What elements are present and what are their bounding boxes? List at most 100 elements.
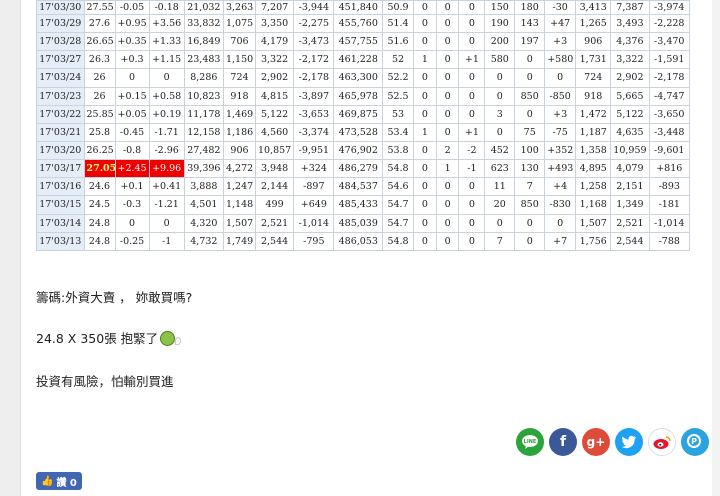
table-cell: 11	[484, 177, 516, 197]
table-cell: -3,944	[293, 0, 335, 15]
table-cell: 0	[435, 195, 460, 215]
table-cell: 0	[458, 104, 486, 124]
table-cell: 0	[514, 213, 546, 233]
table-cell: 5,665	[610, 86, 650, 106]
table-cell: 2,151	[610, 177, 650, 197]
table-cell: +816	[648, 159, 690, 179]
table-cell: 51.4	[382, 13, 415, 34]
table-cell: 485,433	[333, 195, 384, 215]
table-cell: +2.45	[114, 159, 150, 179]
table-cell: 0	[435, 231, 460, 251]
twitter-share-icon[interactable]	[615, 428, 643, 456]
table-cell: +649	[293, 195, 335, 215]
table-cell: 16,849	[183, 32, 224, 52]
table-cell: 499	[254, 195, 295, 215]
table-cell: 130	[514, 159, 546, 179]
table-cell: 11,178	[183, 104, 224, 124]
table-cell: 1,265	[575, 13, 612, 34]
table-cell: 486,279	[333, 159, 384, 179]
table-cell: 2,544	[610, 231, 650, 251]
institutional-trading-table: 17'03/30 27.55 -0.05 -0.18 21,032 3,263 7,207-…	[36, 0, 690, 251]
table-cell: 0	[458, 86, 486, 106]
table-cell: 1,469	[222, 104, 256, 124]
table-cell: -9,951	[293, 140, 335, 161]
table-cell: 17'03/16	[36, 177, 85, 197]
facebook-like-button[interactable]: 👍 讚 0	[36, 472, 82, 490]
table-cell: 0	[413, 231, 437, 251]
table-cell: 455,760	[333, 13, 384, 34]
table-cell: 26.65	[83, 32, 116, 52]
table-cell: 0	[413, 104, 437, 124]
table-cell: +4	[544, 177, 577, 197]
table-cell: 3,350	[254, 13, 295, 34]
table-cell: 53.8	[382, 140, 415, 161]
table-cell: +0.15	[114, 86, 150, 106]
plurk-share-glyph: P	[691, 437, 697, 446]
table-cell: 906	[575, 32, 612, 52]
table-cell: 7	[484, 231, 516, 251]
table-cell: 0	[435, 32, 460, 52]
table-cell: 476,902	[333, 140, 384, 161]
table-cell: 0	[458, 13, 486, 34]
table-cell: 850	[514, 195, 546, 215]
table-cell: 4,635	[610, 122, 650, 142]
table-cell: 3,322	[254, 50, 295, 70]
table-cell: 27.6	[83, 13, 116, 34]
table-cell: 484,537	[333, 177, 384, 197]
plurk-share-icon[interactable]: P	[681, 428, 709, 456]
table-cell: 10,959	[610, 140, 650, 161]
table-row: 17'03/20 26.25 -0.8 -2.96 27,482 906 10,857 -9,…	[36, 140, 690, 161]
table-cell: 7,207	[254, 0, 295, 15]
table-cell: 451,840	[333, 0, 384, 15]
table-cell: +1	[458, 50, 486, 70]
table-cell: 39,396	[183, 159, 224, 179]
table-cell: 4,501	[183, 195, 224, 215]
weibo-share-icon[interactable]: 微	[648, 428, 676, 456]
table-cell: 0	[544, 68, 577, 88]
post-text-line3: 投資有風險，怕輸別買進	[36, 374, 174, 389]
table-cell: -3,974	[648, 0, 690, 15]
table-cell: +580	[544, 50, 577, 70]
table-cell: 5,122	[610, 104, 650, 124]
googleplus-share-icon[interactable]: g+	[582, 428, 610, 456]
table-cell: -1,014	[293, 213, 335, 233]
table-cell: 0	[435, 13, 460, 34]
table-cell: 0	[458, 231, 486, 251]
table-cell: -2,275	[293, 13, 335, 34]
table-cell: 724	[575, 68, 612, 88]
table-cell: 0	[514, 104, 546, 124]
table-cell: -2,172	[293, 50, 335, 70]
table-cell: -1	[148, 231, 185, 251]
table-cell: 3,413	[575, 0, 612, 15]
table-row: 17'03/13 24.8 -0.25 -1 4,732 1,749 2,544 -795 48…	[36, 231, 690, 251]
table-cell: 0	[544, 213, 577, 233]
table-cell: 17'03/17	[36, 159, 85, 179]
table-cell: -830	[544, 195, 577, 215]
table-cell: 0	[435, 0, 460, 15]
table-cell: 1,358	[575, 140, 612, 161]
table-cell: 0	[413, 86, 437, 106]
facebook-share-icon[interactable]: f	[549, 428, 577, 456]
table-cell: 2	[435, 140, 460, 161]
table-cell: 2,902	[610, 68, 650, 88]
table-cell: 54.8	[382, 231, 415, 251]
table-cell: 1,749	[222, 231, 256, 251]
table-cell: +0.58	[148, 86, 185, 106]
table-cell: +3	[544, 104, 577, 124]
table-cell: 25.8	[83, 122, 116, 142]
table-cell: 25.85	[83, 104, 116, 124]
table-cell: +0.05	[114, 104, 150, 124]
table-cell: 8,286	[183, 68, 224, 88]
table-cell: -30	[544, 0, 577, 15]
table-cell: 0	[458, 213, 486, 233]
table-cell: 1	[413, 50, 437, 70]
table-cell: +324	[293, 159, 335, 179]
table-cell: 26.25	[83, 140, 116, 161]
table-cell: 1,349	[610, 195, 650, 215]
table-cell: 4,895	[575, 159, 612, 179]
line-share-icon[interactable]: LINE	[516, 428, 544, 456]
table-cell: 200	[484, 32, 516, 52]
table-row: 17'03/24 26 0 0 8,286 724 2,902 -2,178 463,300 52…	[36, 68, 690, 88]
table-cell: -1.21	[148, 195, 185, 215]
table-cell: 0	[413, 177, 437, 197]
